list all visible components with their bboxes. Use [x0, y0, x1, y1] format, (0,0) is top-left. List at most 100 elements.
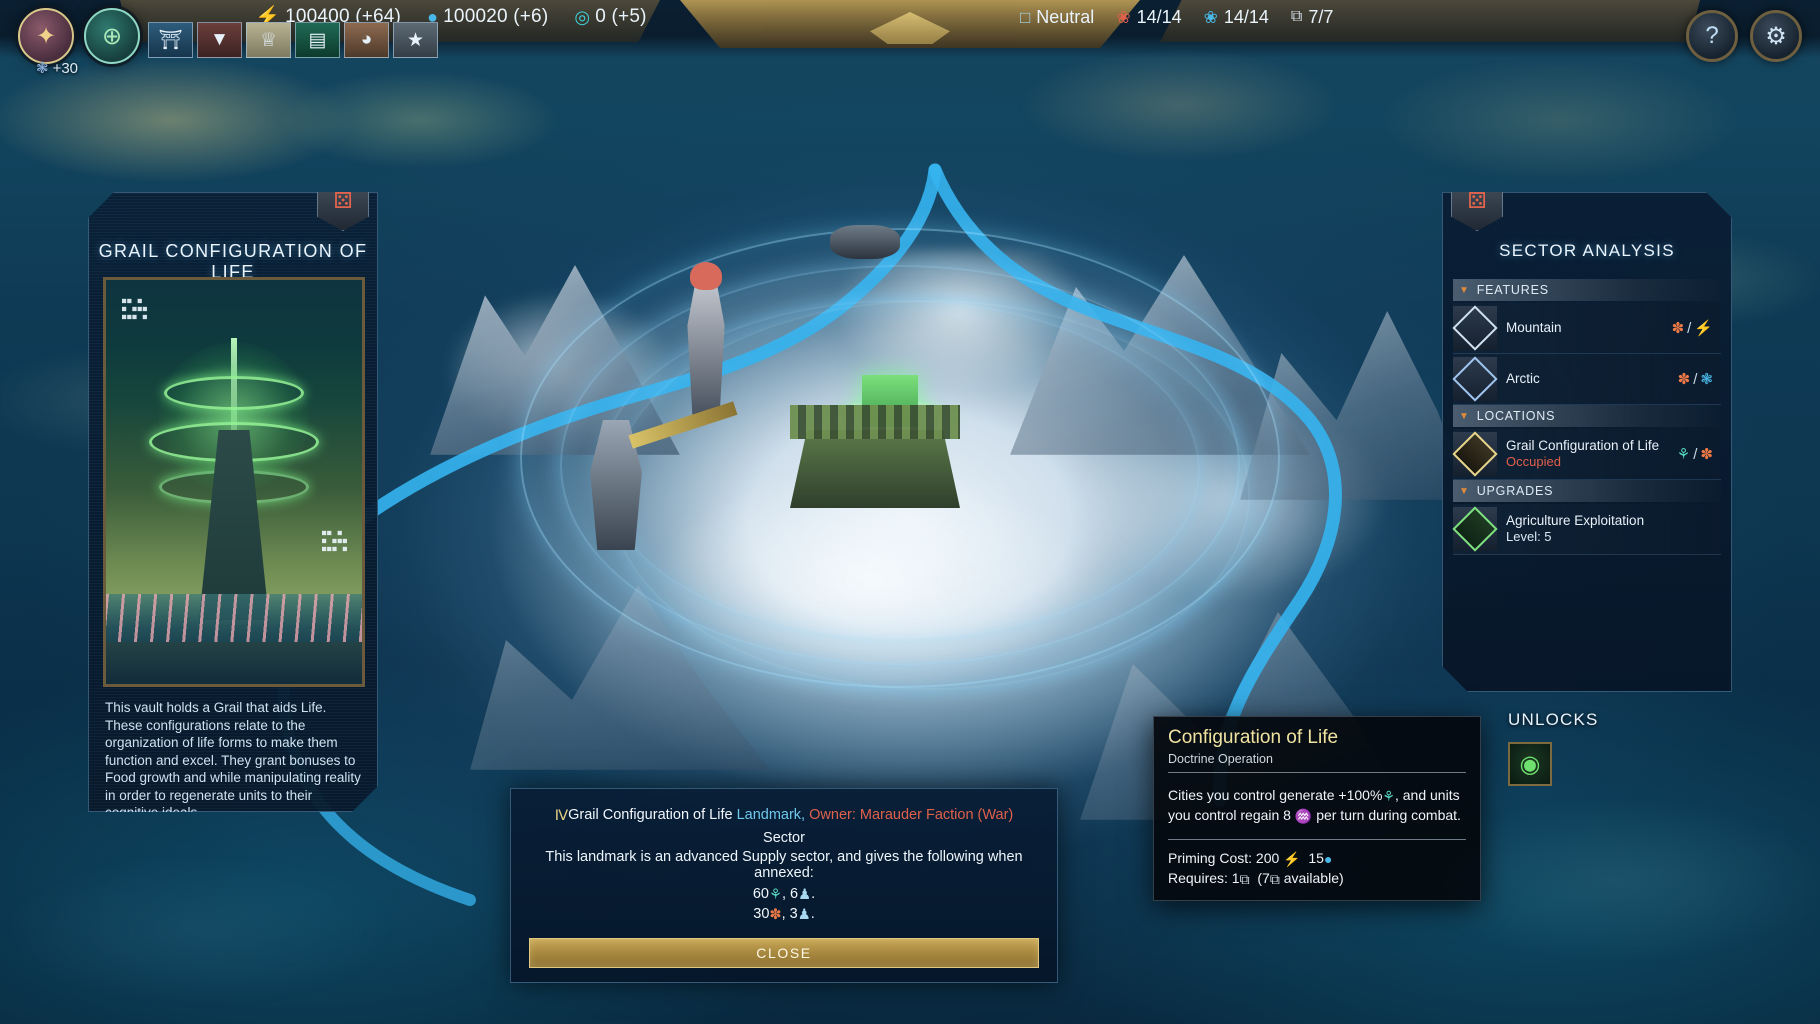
artwork-ring — [164, 376, 304, 410]
research-icon: ❃ — [36, 60, 49, 77]
topbar-tab-group: ⛩ ▼ ♕ ▤ ◕ ★ — [148, 22, 438, 58]
separator: / — [1693, 370, 1698, 388]
section-header-features[interactable]: ▼ FEATURES — [1453, 279, 1721, 301]
landmark-pillar-icon — [1453, 432, 1497, 476]
unlocks-title: UNLOCKS — [1508, 710, 1599, 729]
section-label: FEATURES — [1476, 283, 1549, 297]
arctic-snowflake-icon — [1453, 357, 1497, 401]
knowledge-value: 0 (+5) — [595, 6, 647, 27]
production-icon: ✽ — [1677, 371, 1691, 388]
tab-victory[interactable]: ♕ — [246, 22, 291, 58]
research-value: +30 — [52, 60, 79, 77]
landmark-artwork: ▄▄ ▄ ▄ ▄▄▄ ▄▄▄ ▄ ▄▄ ▄ ▄ ▄▄▄ ▄▄▄ ▄ — [103, 277, 365, 687]
units-icon: ◕ — [360, 29, 373, 50]
faction-orb-pink[interactable]: ✦ — [18, 8, 74, 64]
help-icon: ? — [1705, 22, 1719, 49]
tab-society[interactable]: ▼ — [197, 22, 242, 58]
mountain-icon — [1453, 306, 1497, 350]
draft-icon: ⧉ — [1290, 8, 1303, 25]
stat-row: 30✽, 3♟. — [753, 905, 815, 923]
configuration-of-life-unlock-icon[interactable]: ◉ — [1508, 742, 1552, 786]
artwork-energy-lines — [106, 594, 362, 642]
population-production-icon: ♟ — [797, 906, 811, 923]
landmark-pillar-icon: Ⅳ — [554, 808, 569, 824]
feature-yield-icons: ✽ / ⚡ — [1672, 319, 1713, 337]
stat-value: 30 — [753, 905, 770, 922]
separator: / — [1693, 445, 1698, 463]
chevron-down-icon: ▼ — [1459, 284, 1470, 296]
diplomacy-face-icon: □ — [1020, 7, 1031, 27]
tab-stars[interactable]: ★ — [393, 22, 438, 58]
research-badge: ❃ +30 — [36, 60, 78, 77]
tab-cities[interactable]: ▤ — [295, 22, 340, 58]
status-imperium-blue[interactable]: ❀ 14/14 — [1204, 7, 1269, 28]
location-row-grail[interactable]: Grail Configuration of Life Occupied ⚘ /… — [1453, 429, 1721, 480]
sector-analysis-title: SECTOR ANALYSIS — [1499, 241, 1675, 260]
top-bar: ✦ ⊕ ❃ +30 ⛩ ▼ ♕ ▤ ◕ ★ ⚡ 100400 (+64) ● 1… — [0, 0, 1820, 77]
upgrade-row-agriculture[interactable]: Agriculture Exploitation Level: 5 — [1453, 504, 1721, 555]
artwork-code-marks: ▄▄ ▄ ▄ ▄▄▄ ▄▄▄ ▄ — [321, 528, 348, 552]
help-button[interactable]: ? — [1686, 10, 1738, 62]
unit-marauder[interactable] — [830, 225, 900, 259]
imperium-blue-icon: ❀ — [1203, 7, 1218, 27]
population-food-icon: ♟ — [798, 886, 812, 903]
dialog-headline: ⅣGrail Configuration of Life Landmark, O… — [527, 807, 1041, 824]
topbar-right-buttons: ? ⚙ — [1686, 10, 1802, 62]
feature-row-mountain[interactable]: Mountain ✽ / ⚡ — [1453, 303, 1721, 354]
feature-name: Mountain — [1506, 320, 1562, 335]
faction-orb-group: ✦ ⊕ — [18, 8, 140, 64]
imperium-blue-value: 14/14 — [1223, 6, 1269, 27]
tooltip-footer: Priming Cost: 200 ⚡ 15● Requires: 1⧉ (7⧉… — [1168, 840, 1466, 888]
status-strip: □ Neutral ❀ 14/14 ❀ 14/14 ⧉ 7/7 — [1020, 0, 1333, 34]
status-draft[interactable]: ⧉ 7/7 — [1291, 7, 1333, 28]
government-icon: ⛩ — [158, 30, 183, 51]
feature-row-arctic[interactable]: Arctic ✽ / ❃ — [1453, 354, 1721, 405]
landmark-owner: Owner: Marauder Faction (War) — [809, 807, 1014, 823]
food-icon: ⚘ — [1382, 788, 1395, 804]
tooltip-priming-line: Priming Cost: 200 ⚡ 15● — [1168, 848, 1466, 868]
status-diplomacy[interactable]: □ Neutral — [1020, 7, 1094, 28]
sector-label: Sector — [763, 829, 805, 846]
tooltip-requires-line: Requires: 1⧉ (7⧉ available) — [1168, 868, 1466, 888]
production-icon: ✽ — [1671, 320, 1685, 337]
landmark-description: This vault holds a Grail that aids Life.… — [105, 700, 361, 803]
grail-base — [790, 430, 960, 508]
globe-icon: ⊕ — [101, 22, 123, 50]
imperium-red-icon: ❀ — [1116, 7, 1131, 27]
stat-value: 60 — [752, 885, 769, 902]
diplomacy-value: Neutral — [1036, 6, 1095, 27]
section-header-upgrades[interactable]: ▼ UPGRADES — [1453, 480, 1721, 502]
priming-mana-value: 15 — [1308, 850, 1324, 866]
close-button[interactable]: CLOSE — [529, 937, 1039, 968]
upgrade-level: Level: 5 — [1506, 529, 1552, 544]
landmark-info-panel: ⚄ GRAIL CONFIGURATION OF LIFE ▄▄ ▄ ▄ ▄▄▄ ▄… — [88, 192, 378, 812]
draft-icon: ⧉ — [1269, 871, 1280, 887]
imperium-red-value: 14/14 — [1136, 6, 1182, 27]
draft-icon: ⧉ — [1239, 871, 1250, 887]
landmark-name: Grail Configuration of Life — [568, 807, 733, 823]
section-header-locations[interactable]: ▼ LOCATIONS — [1453, 405, 1721, 427]
agriculture-leaf-icon — [1453, 507, 1497, 551]
game-screen: ✦ ⊕ ❃ +30 ⛩ ▼ ♕ ▤ ◕ ★ ⚡ 100400 (+64) ● 1… — [0, 0, 1820, 1024]
artwork-code-marks: ▄▄ ▄ ▄ ▄▄▄ ▄▄▄ ▄ — [122, 296, 149, 320]
location-yield-icons: ⚘ / ✽ — [1677, 445, 1713, 463]
faction-orb-green[interactable]: ⊕ — [84, 8, 140, 64]
tooltip-body: Cities you control generate +100%⚘, and … — [1168, 773, 1466, 840]
resource-knowledge[interactable]: ◎ 0 (+5) — [574, 6, 646, 28]
settings-button[interactable]: ⚙ — [1750, 10, 1802, 62]
society-icon: ▼ — [210, 29, 229, 50]
tab-units[interactable]: ◕ — [344, 22, 389, 58]
resource-mana[interactable]: ● 100020 (+6) — [427, 6, 548, 28]
mana-icon: ❃ — [1700, 371, 1713, 388]
grail-platform — [790, 405, 960, 439]
location-name: Grail Configuration of Life — [1506, 438, 1660, 453]
tooltip-subtitle: Doctrine Operation — [1168, 752, 1466, 773]
energy-icon: ⚡ — [1694, 320, 1713, 337]
dialog-stats: 60⚘, 6♟. 30✽, 3♟. — [527, 884, 1041, 924]
trophy-icon: ♕ — [259, 29, 278, 51]
stat-value-2: 3 — [789, 905, 798, 922]
status-badge: Occupied — [1506, 454, 1561, 469]
tab-government[interactable]: ⛩ — [148, 22, 193, 58]
production-icon: ✽ — [1700, 446, 1713, 463]
status-imperium-red[interactable]: ❀ 14/14 — [1116, 7, 1181, 28]
